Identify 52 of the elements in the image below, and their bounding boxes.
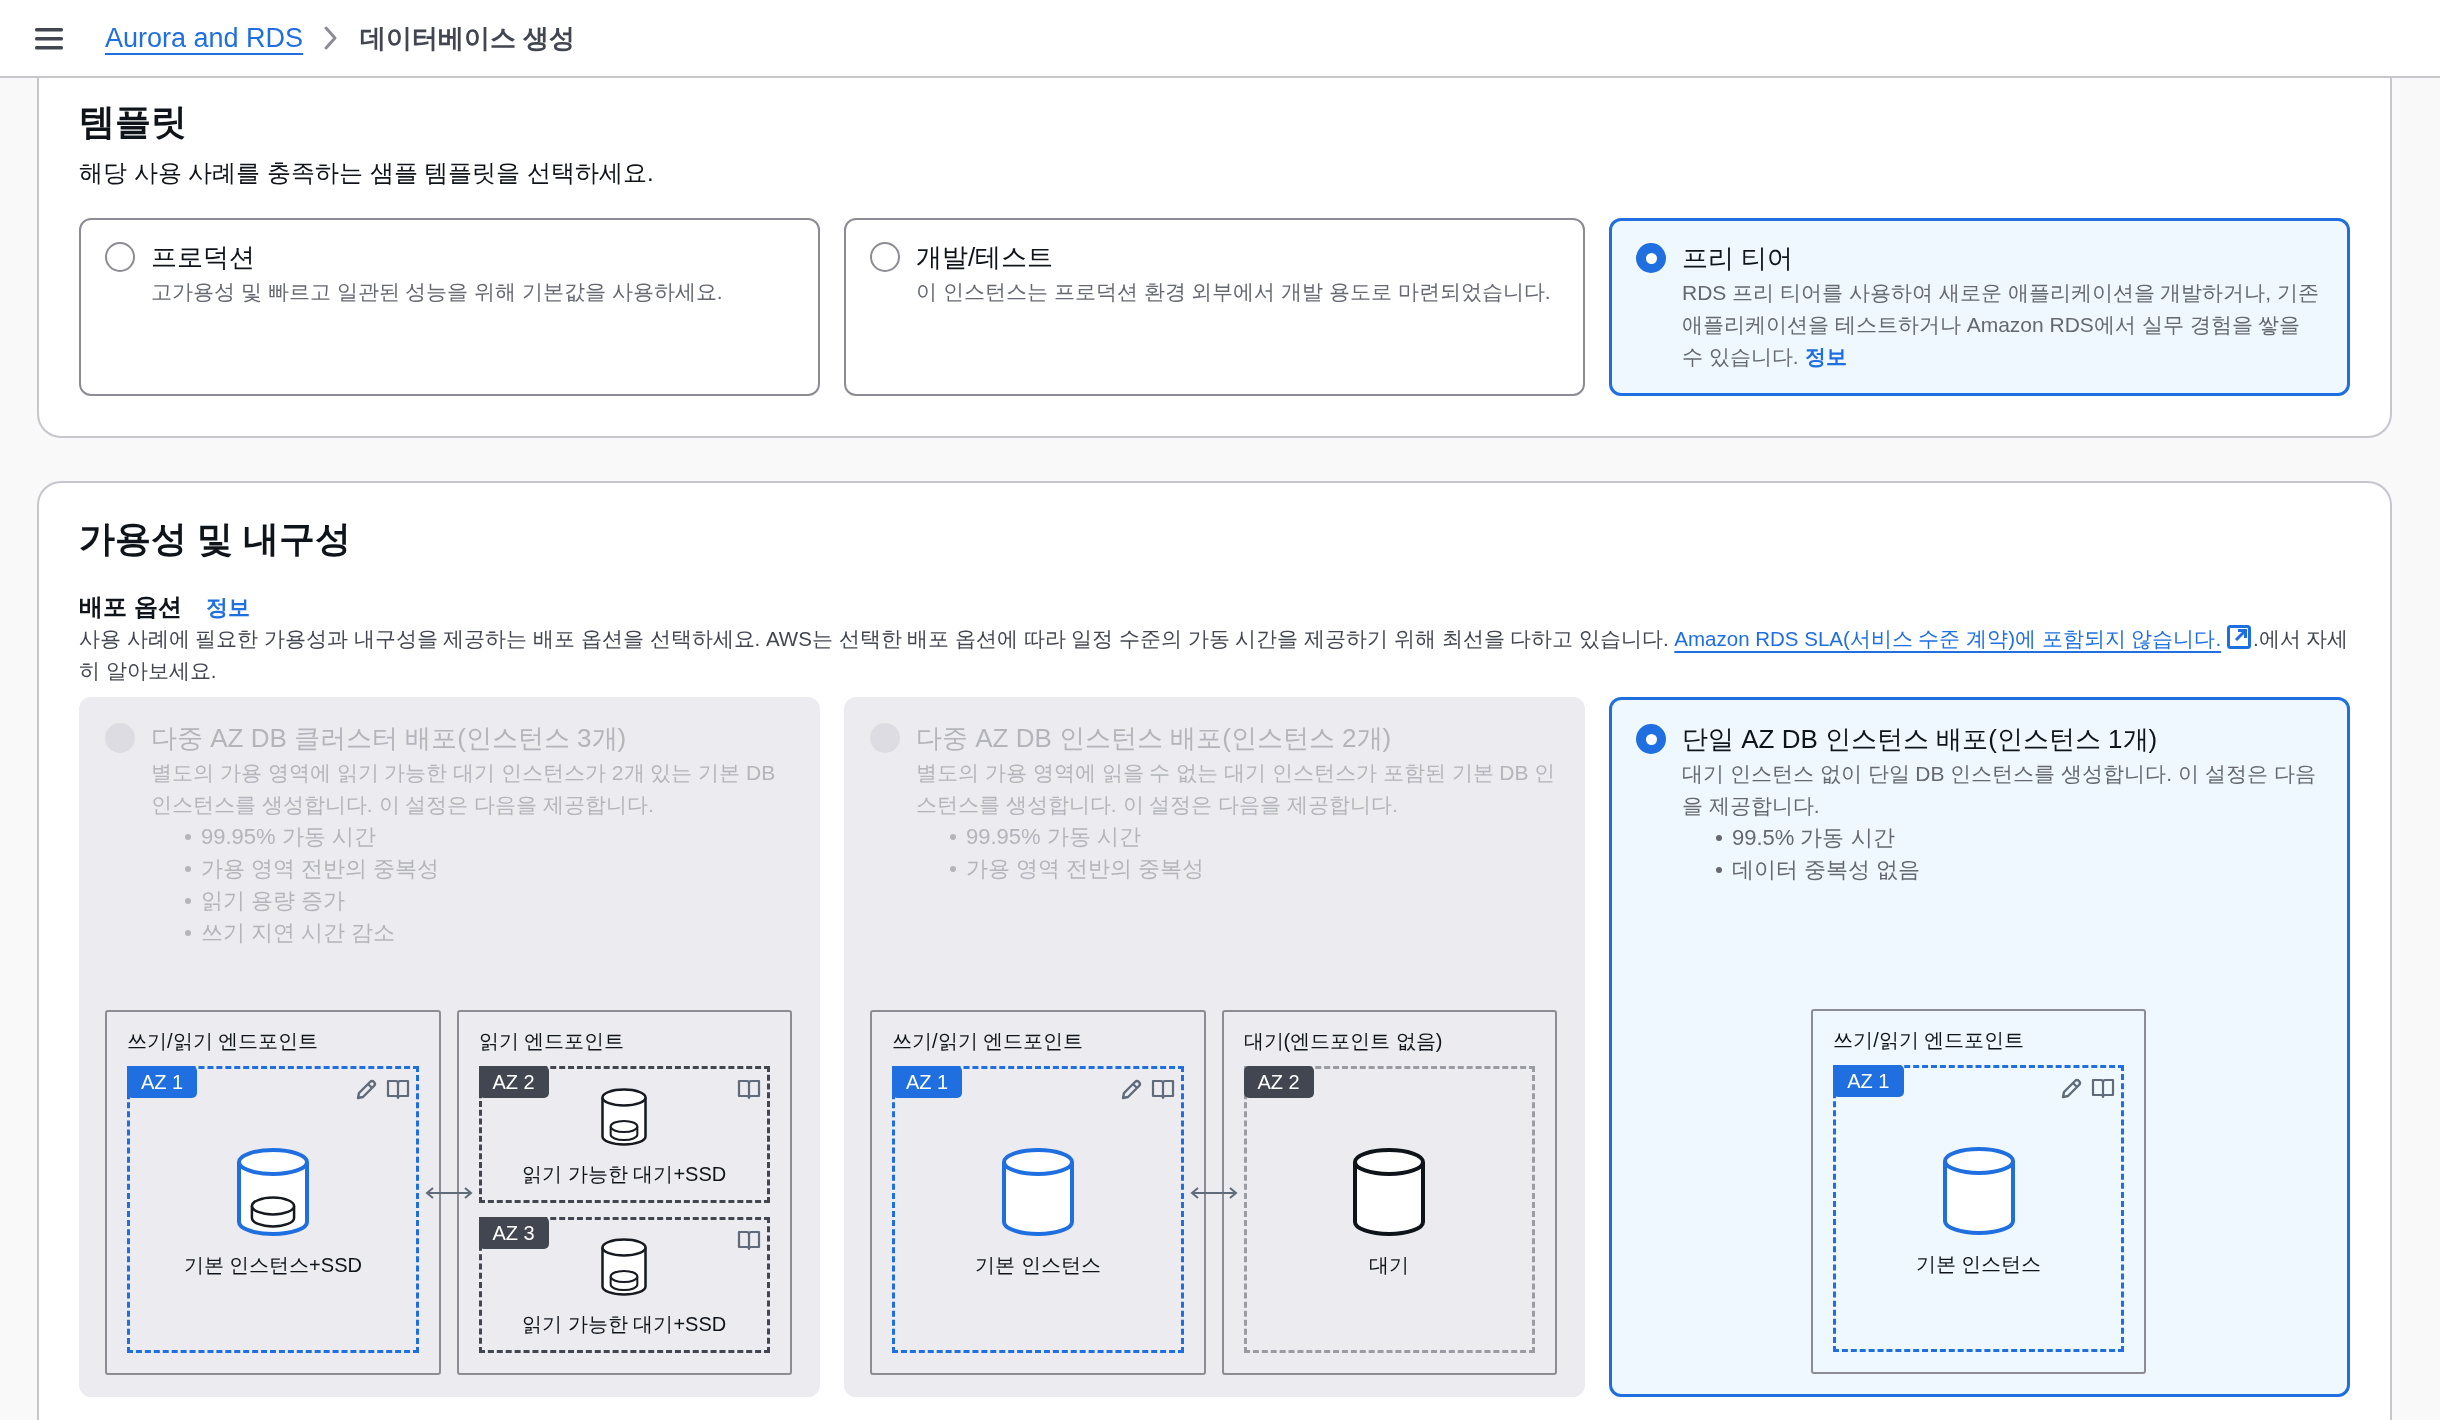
book-icon (385, 1077, 410, 1101)
menu-icon[interactable] (35, 25, 63, 51)
option-title: 개발/테스트 (916, 241, 1055, 274)
option-card[interactable]: 프로덕션 고가용성 및 빠르고 일관된 성능을 위해 기본값을 사용하세요. (79, 218, 820, 396)
zone-label: 대기(엔드포인트 없음) (1243, 1029, 1444, 1054)
option-description: RDS 프리 티어를 사용하여 새로운 애플리케이션을 개발하거나, 기존 애플리케이션을 테스트하거나 Amazon RDS에서 실무 경험을 쌓을 수 있습니다. 정보 (1682, 280, 2320, 370)
radio-button[interactable] (1636, 724, 1666, 754)
option-description: 이 인스턴스는 프로덕션 환경 외부에서 개발 용도로 마련되었습니다. (916, 279, 1551, 305)
az-badge: AZ 2 (478, 1066, 549, 1098)
az-badge: AZ 2 (1243, 1066, 1314, 1098)
instance-label: 읽기 가능한 대기+SSD (522, 1312, 727, 1338)
instance-label: 대기 (1369, 1253, 1410, 1278)
info-link[interactable]: 정보 (205, 593, 250, 623)
az-badge: AZ 1 (1833, 1065, 1904, 1097)
option-card[interactable]: 개발/테스트 이 인스턴스는 프로덕션 환경 외부에서 개발 용도로 마련되었습니다. (844, 218, 1585, 396)
breadcrumb-current: 데이터베이스 생성 (360, 21, 576, 55)
info-link[interactable]: 정보 (1804, 345, 1847, 368)
instance-label: 기본 인스턴스+SSD (183, 1253, 362, 1278)
az-badge: AZ 1 (892, 1066, 963, 1098)
section-description: 해당 사용 사례를 충족하는 샘플 템플릿을 선택하세요. (79, 158, 655, 188)
breadcrumb-link[interactable]: Aurora and RDS (105, 22, 304, 54)
field-description: 사용 사례에 필요한 가용성과 내구성을 제공하는 배포 옵션을 선택하세요. AWS는 선택한 배포 옵션에 따라 일정 수준의 가동 시간을 제공하기 위해 최선을 다하고 있습니다. Amazon RDS SLA(서비스 수준 계약)에 포함되지 않습니다. .에서 자세히 알아보세요. (79, 624, 2350, 684)
section-title: 가용성 및 내구성 (79, 517, 352, 561)
field-label: 배포 옵션 (79, 592, 182, 622)
book-icon (1150, 1077, 1175, 1101)
radio-button[interactable] (105, 242, 135, 272)
radio-button[interactable] (1636, 243, 1666, 273)
zone-label: 쓰기/읽기 엔드포인트 (892, 1029, 1085, 1054)
option-title: 단일 AZ DB 인스턴스 배포(인스턴스 1개) (1682, 723, 2159, 756)
option-card[interactable]: 단일 AZ DB 인스턴스 배포(인스턴스 1개) 대기 인스턴스 없이 단일 DB 인스턴스를 생성합니다. 이 설정은 다음을 제공합니다. 99.5% 가동 시간 데이터 중복성 없음 쓰기/읽기 엔드포인트 AZ 1 기본 인스턴스 (1609, 697, 2350, 1397)
instance-label: 읽기 가능한 대기+SSD (522, 1161, 727, 1187)
option-description: 고가용성 및 빠르고 일관된 성능을 위해 기본값을 사용하세요. (151, 279, 723, 305)
option-title: 프리 티어 (1682, 242, 1795, 275)
option-title: 프로덕션 (151, 241, 256, 274)
zone-label: 읽기 엔드포인트 (478, 1029, 626, 1054)
bullet-item: 99.5% 가동 시간 (1716, 822, 2321, 854)
instance-label: 기본 인스턴스 (1915, 1252, 2042, 1277)
zone-label: 쓰기/읽기 엔드포인트 (127, 1029, 320, 1054)
instance-label: 기본 인스턴스 (974, 1253, 1101, 1278)
az-badge: AZ 1 (127, 1066, 198, 1098)
book-icon (2090, 1076, 2115, 1100)
section-title: 템플릿 (79, 100, 188, 144)
chevron-right-icon (323, 25, 339, 51)
radio-button[interactable] (870, 242, 900, 272)
option-description: 대기 인스턴스 없이 단일 DB 인스턴스를 생성합니다. 이 설정은 다음을 제공합니다. (1682, 761, 2317, 819)
option-card[interactable]: 프리 티어 RDS 프리 티어를 사용하여 새로운 애플리케이션을 개발하거나, 기존 애플리케이션을 테스트하거나 Amazon RDS에서 실무 경험을 쌓을 수 있습니다. 정보 (1609, 218, 2350, 396)
az-badge: AZ 3 (478, 1216, 549, 1249)
sla-link[interactable]: Amazon RDS SLA(서비스 수준 계약)에 포함되지 않습니다. (1674, 627, 2222, 650)
external-link-icon (2227, 625, 2252, 649)
bullet-item: 데이터 중복성 없음 (1716, 854, 2321, 886)
zone-label: 쓰기/읽기 엔드포인트 (1833, 1028, 2026, 1053)
book-icon (737, 1077, 761, 1101)
